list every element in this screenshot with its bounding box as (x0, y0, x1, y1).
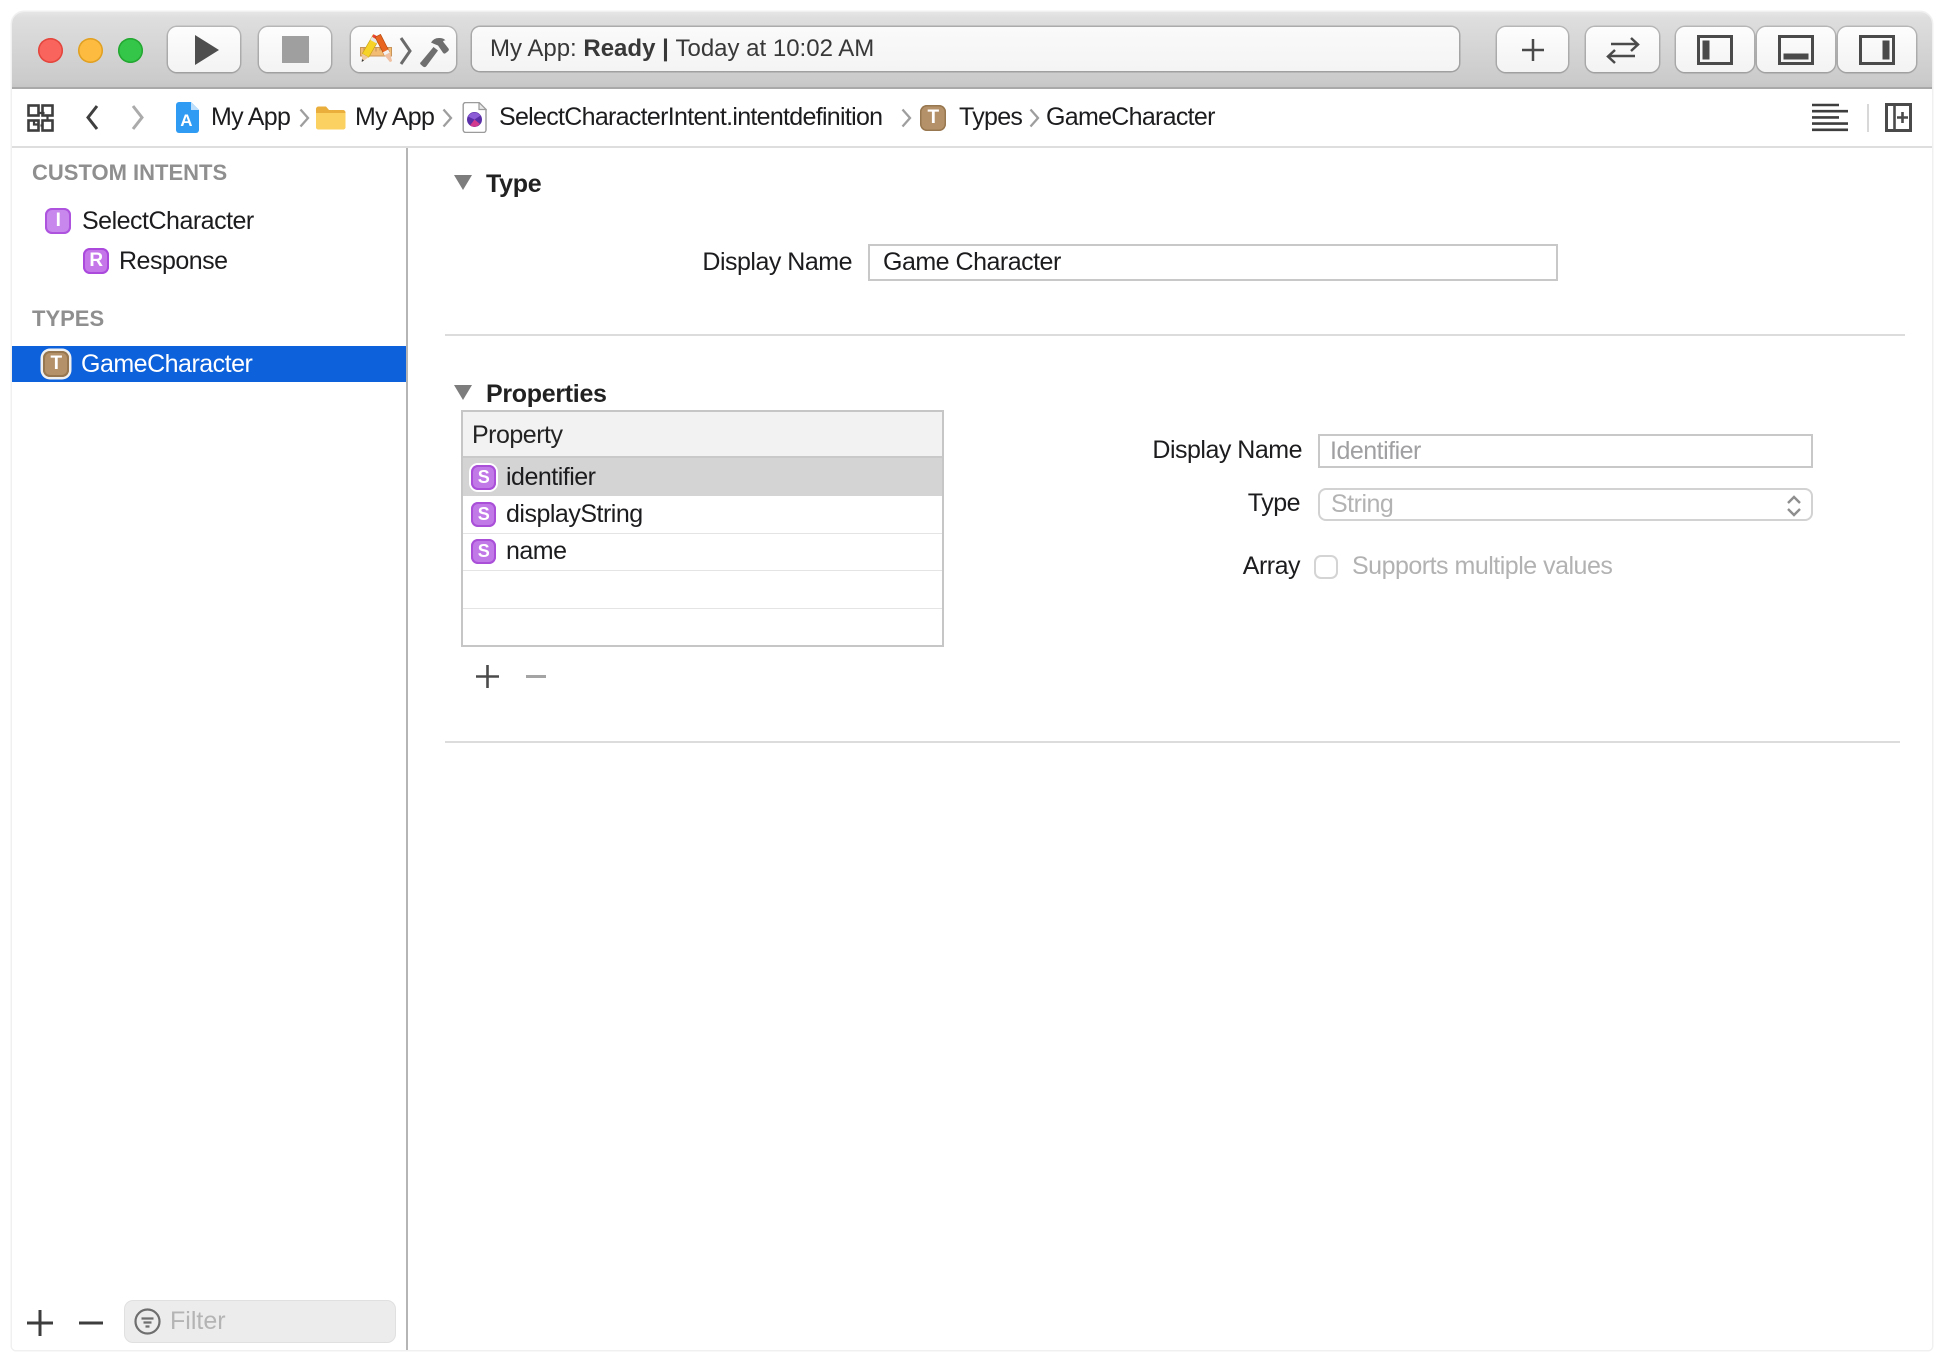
svg-text:A: A (180, 111, 192, 130)
